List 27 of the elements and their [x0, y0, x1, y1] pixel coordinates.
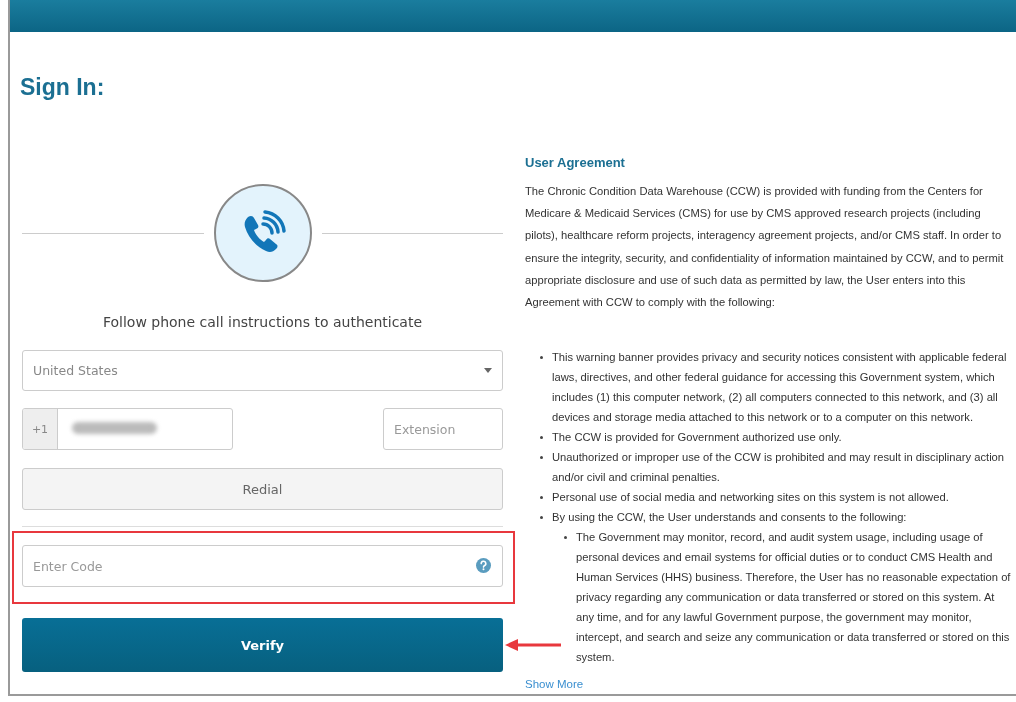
show-more-link[interactable]: Show More: [525, 678, 584, 691]
caret-icon: [484, 368, 492, 373]
bullet-icon: [540, 516, 543, 520]
pointer-arrow: [505, 638, 561, 652]
country-code: +1: [23, 409, 58, 449]
agreement-item: Unauthorized or improper use of the CCW is prohibited and may result in disciplinary action and/or civil and criminal penalties.: [552, 450, 1006, 486]
agreement-item: Personal use of social media and networking sites on this system is not allowed.: [552, 490, 950, 506]
agreement-item: The CCW is provided for Government authorized use only.: [552, 430, 843, 446]
agreement-title: User Agreement: [525, 155, 626, 171]
instruction-text: Follow phone call instructions to authenticate: [101, 313, 424, 332]
agreement-text: The Chronic Condition Data Warehouse (CCW) is provided with funding from the Centers for Medicare & Medicaid Services (CMS) for use by CMS approved research projects (including pilots), healthcare reform projects, interagency agreement projects, and/or CMS staff. In order to ensure the integrity, security, and confidentiality of information maintained by CCW, and to permit appropriate disclosure and use of such data as permitted by law, the User enters into this Agreement with CCW to comply with the following:: [525, 184, 1005, 310]
phone-field[interactable]: +1: [22, 408, 233, 450]
sign-in-heading: Sign In:: [20, 73, 106, 101]
bullet-icon: [540, 436, 543, 440]
extension-field[interactable]: Extension: [383, 408, 503, 450]
help-icon: [476, 558, 491, 573]
agreement-item: By using the CCW, the User understands and consents to the following:: [552, 510, 908, 526]
verify-button[interactable]: Verify: [22, 618, 503, 672]
bullet-icon: [540, 456, 543, 460]
country-select[interactable]: United States: [22, 350, 503, 391]
bullet-icon: [564, 536, 567, 540]
redial-button[interactable]: Redial: [22, 468, 503, 510]
bullet-icon: [540, 356, 543, 360]
bullet-icon: [540, 496, 543, 500]
code-field[interactable]: Enter Code: [22, 545, 503, 587]
agreement-item: This warning banner provides privacy and security notices consistent with applicable federal laws, directives, and other federal guidance for accessing this Government system, which includes (1) this computer network, (2) all computers connected to this network, and (3) all devices and storage media attached to this network or to a computer on this network.: [552, 350, 1008, 426]
agreement-item: The Government may monitor, record, and audit system usage, including usage of personal devices and email systems for official duties or to conduct CMS Health and Human Services (HHS) business. Therefore, the User has no reasonable expectation of privacy regarding any communication or data transferred or stored on this system. At any time, and for any lawful Government purpose, the government may monitor, intercept, and search and seize any communication or data transferred or stored on this system.: [576, 530, 1012, 666]
